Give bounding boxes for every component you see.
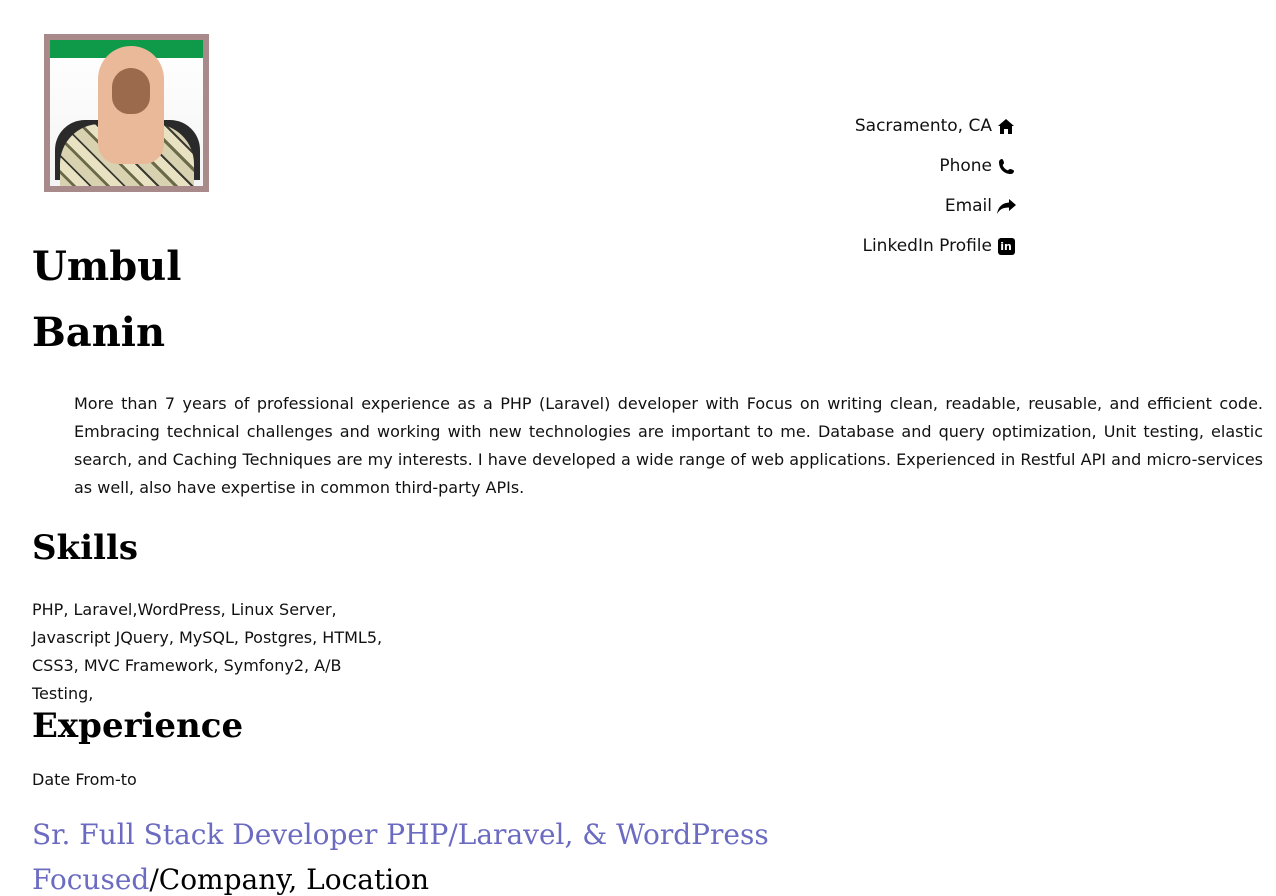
last-name: Banin (32, 309, 166, 356)
linkedin-link[interactable]: LinkedIn Profile (862, 236, 992, 256)
location-text: Sacramento, CA (854, 116, 992, 136)
skills-list: PHP, Laravel,WordPress, Linux Server, Ja… (32, 600, 383, 703)
job-entry: Sr. Full Stack Developer PHP/Laravel, & … (32, 812, 792, 896)
contact-location: Sacramento, CA (855, 106, 1016, 146)
phone-link[interactable]: Phone (939, 156, 992, 176)
summary-paragraph: More than 7 years of professional experi… (74, 394, 1263, 497)
profile-photo (50, 40, 203, 186)
email-link[interactable]: Email (945, 196, 992, 216)
contact-linkedin[interactable]: LinkedIn Profile in (855, 226, 1016, 266)
date-range: Date From-to (32, 770, 137, 789)
contact-email[interactable]: Email (855, 186, 1016, 226)
profile-photo-frame (44, 34, 209, 192)
contact-list: Sacramento, CA Phone Email LinkedIn Prof… (855, 106, 1016, 266)
home-icon (996, 118, 1016, 134)
first-name: Umbul (32, 243, 182, 290)
linkedin-icon: in (996, 237, 1016, 255)
job-company-location: /Company, Location (149, 863, 430, 896)
phone-icon (996, 158, 1016, 174)
experience-heading: Experience (32, 706, 244, 746)
person-name: Umbul Banin (32, 234, 181, 366)
share-arrow-icon (996, 198, 1016, 214)
contact-phone[interactable]: Phone (855, 146, 1016, 186)
skills-heading: Skills (32, 528, 139, 568)
